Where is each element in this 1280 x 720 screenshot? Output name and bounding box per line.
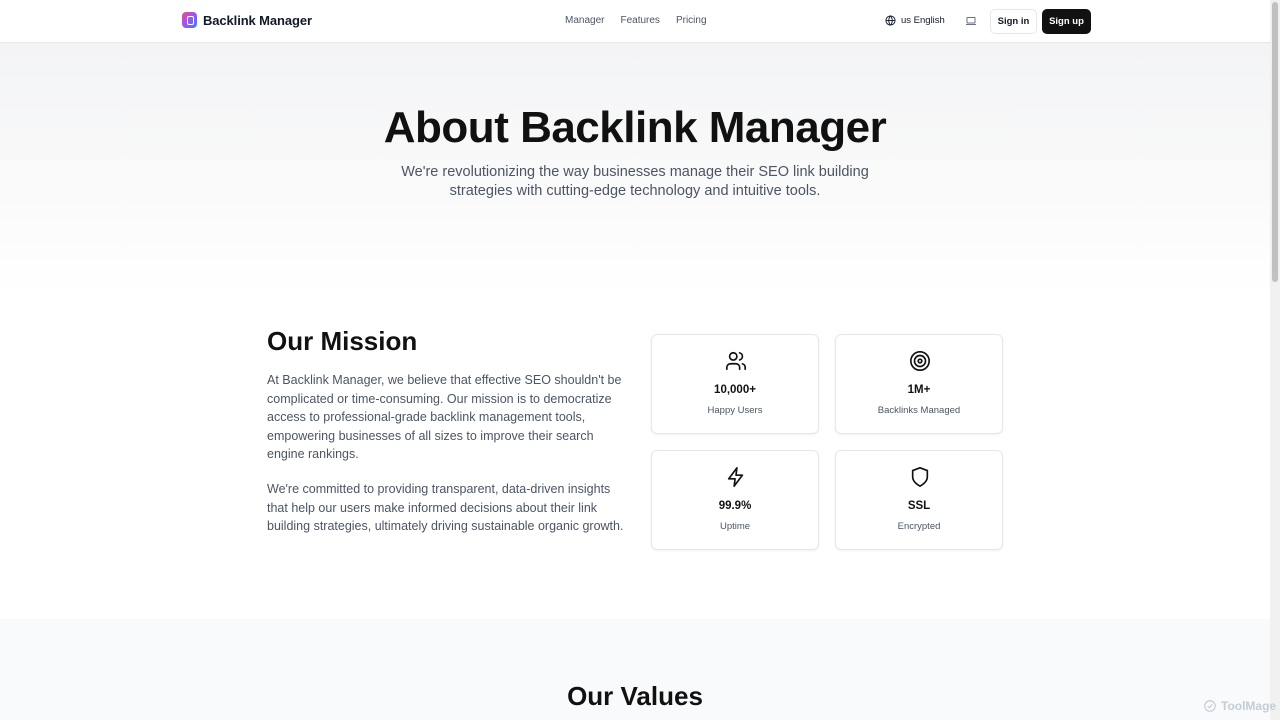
- stat-card-happy-users: 10,000+ Happy Users: [651, 334, 819, 434]
- stat-value: 10,000+: [714, 384, 756, 396]
- sign-in-button[interactable]: Sign in: [990, 9, 1037, 34]
- values-heading: Our Values: [567, 681, 703, 711]
- brand-name: Backlink Manager: [203, 12, 312, 28]
- hero-section: About Backlink Manager We're revolutioni…: [0, 43, 1270, 293]
- stat-card-backlinks-managed: 1M+ Backlinks Managed: [835, 334, 1003, 434]
- mission-paragraph-1: At Backlink Manager, we believe that eff…: [267, 373, 622, 461]
- sign-up-button[interactable]: Sign up: [1042, 9, 1091, 34]
- nav-manager[interactable]: Manager: [565, 15, 604, 26]
- mission-heading: Our Mission: [267, 326, 418, 356]
- users-icon: [726, 351, 746, 371]
- globe-icon: [885, 15, 896, 26]
- zap-icon: [727, 467, 744, 487]
- stat-value: SSL: [907, 500, 931, 512]
- nav-features[interactable]: Features: [620, 15, 659, 26]
- stat-label: Uptime: [719, 521, 751, 532]
- stat-value: 1M+: [907, 384, 931, 396]
- toolmage-logo-icon: [1204, 700, 1216, 712]
- theme-toggle-laptop-icon[interactable]: [965, 15, 977, 27]
- brand-link[interactable]: Backlink Manager: [182, 12, 312, 28]
- hero-subtitle: We're revolutionizing the way businesses…: [401, 164, 869, 199]
- stat-label: Backlinks Managed: [877, 405, 961, 416]
- nav-pricing[interactable]: Pricing: [676, 15, 707, 26]
- target-icon: [910, 351, 930, 371]
- stat-value: 99.9%: [718, 500, 752, 512]
- scrollbar-thumb[interactable]: [1272, 2, 1278, 282]
- watermark-label: ToolMage: [1221, 699, 1277, 713]
- stat-label: Encrypted: [897, 521, 941, 532]
- main-nav: Manager Features Pricing: [565, 15, 707, 26]
- backlink-logo-icon: [182, 12, 197, 28]
- stat-card-uptime: 99.9% Uptime: [651, 450, 819, 550]
- mission-paragraph-2: We're committed to providing transparent…: [267, 482, 624, 533]
- page-scrollbar[interactable]: [1270, 0, 1280, 720]
- watermark: ToolMage: [1203, 699, 1276, 713]
- stat-card-encrypted: SSL Encrypted: [835, 450, 1003, 550]
- top-navbar: Backlink Manager Manager Features Pricin…: [0, 0, 1270, 43]
- language-selector[interactable]: us English: [885, 15, 945, 26]
- values-section: Our Values: [0, 619, 1270, 720]
- stat-label: Happy Users: [707, 405, 763, 416]
- page-title: About Backlink Manager: [383, 103, 887, 152]
- language-label: us English: [901, 15, 945, 26]
- shield-icon: [911, 467, 929, 487]
